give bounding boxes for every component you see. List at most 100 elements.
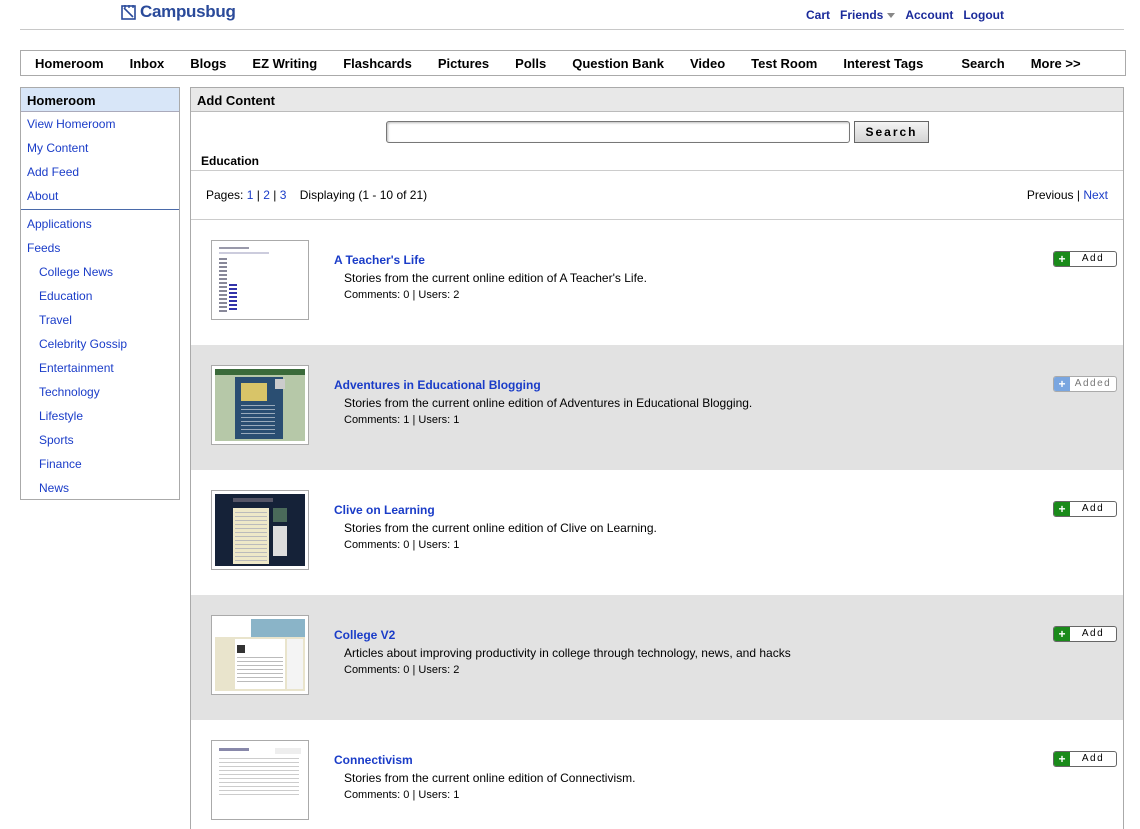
add-button[interactable]: + Add bbox=[1053, 501, 1117, 517]
logo[interactable]: Campusbug bbox=[120, 2, 236, 22]
feed-description: Stories from the current online edition … bbox=[344, 271, 647, 285]
nav-interest-tags[interactable]: Interest Tags bbox=[843, 56, 923, 71]
feed-list: A Teacher's Life Stories from the curren… bbox=[191, 220, 1123, 829]
next-link[interactable]: Next bbox=[1083, 188, 1108, 202]
feed-meta: Comments: 0 | Users: 1 bbox=[344, 789, 460, 801]
thumbnail-image bbox=[215, 244, 305, 316]
feed-thumbnail[interactable] bbox=[211, 740, 309, 820]
feed-description: Stories from the current online edition … bbox=[344, 771, 636, 785]
pager-sep: | bbox=[273, 188, 277, 202]
sidebar-feed-entertainment[interactable]: Entertainment bbox=[21, 356, 179, 380]
sidebar-feed-finance[interactable]: Finance bbox=[21, 452, 179, 476]
feed-thumbnail[interactable] bbox=[211, 365, 309, 445]
thumbnail-image bbox=[215, 369, 305, 441]
sidebar-item-add-feed[interactable]: Add Feed bbox=[21, 160, 179, 184]
sidebar-item-feeds[interactable]: Feeds bbox=[21, 236, 179, 260]
feed-row: A Teacher's Life Stories from the curren… bbox=[191, 220, 1123, 345]
pager: Pages: 1 | 2 | 3 Displaying (1 - 10 of 2… bbox=[191, 170, 1123, 220]
nav-flashcards[interactable]: Flashcards bbox=[343, 56, 412, 71]
feed-title[interactable]: Clive on Learning bbox=[334, 503, 435, 517]
add-button[interactable]: + Add bbox=[1053, 626, 1117, 642]
feed-meta: Comments: 0 | Users: 2 bbox=[344, 664, 460, 676]
friends-link[interactable]: Friends bbox=[840, 8, 883, 22]
sidebar-feed-celebrity-gossip[interactable]: Celebrity Gossip bbox=[21, 332, 179, 356]
sidebar-item-my-content[interactable]: My Content bbox=[21, 136, 179, 160]
feed-meta: Comments: 1 | Users: 1 bbox=[344, 414, 460, 426]
friends-menu[interactable]: Friends bbox=[840, 8, 896, 22]
nav-test-room[interactable]: Test Room bbox=[751, 56, 817, 71]
pager-pages: Pages: 1 | 2 | 3 Displaying (1 - 10 of 2… bbox=[206, 188, 427, 202]
search-input[interactable] bbox=[386, 121, 850, 143]
pager-sep: | bbox=[256, 188, 260, 202]
nav-inbox[interactable]: Inbox bbox=[130, 56, 165, 71]
sidebar-item-applications[interactable]: Applications bbox=[21, 212, 179, 236]
logo-text: Campusbug bbox=[140, 2, 236, 21]
feed-meta: Comments: 0 | Users: 2 bbox=[344, 289, 460, 301]
sidebar-feed-lifestyle[interactable]: Lifestyle bbox=[21, 404, 179, 428]
plus-icon: + bbox=[1054, 252, 1070, 266]
nav-polls[interactable]: Polls bbox=[515, 56, 546, 71]
search-button[interactable]: Search bbox=[854, 121, 929, 143]
displaying-count: Displaying (1 - 10 of 21) bbox=[299, 188, 428, 202]
feed-meta: Comments: 0 | Users: 1 bbox=[344, 539, 460, 551]
caret-down-icon[interactable] bbox=[887, 13, 896, 19]
add-button-label: Added bbox=[1074, 378, 1112, 389]
search-row: Search bbox=[386, 121, 929, 143]
account-link[interactable]: Account bbox=[905, 8, 953, 22]
nav-blogs[interactable]: Blogs bbox=[190, 56, 226, 71]
feed-description: Articles about improving productivity in… bbox=[344, 646, 791, 660]
nav-pictures[interactable]: Pictures bbox=[438, 56, 489, 71]
feed-thumbnail[interactable] bbox=[211, 490, 309, 570]
feed-description: Stories from the current online edition … bbox=[344, 521, 657, 535]
feed-row: Connectivism Stories from the current on… bbox=[191, 720, 1123, 829]
nav-more[interactable]: More >> bbox=[1031, 56, 1081, 71]
previous-link: Previous bbox=[1026, 188, 1074, 202]
feed-row: Adventures in Educational Blogging Stori… bbox=[191, 345, 1123, 470]
feed-title[interactable]: Connectivism bbox=[334, 753, 413, 767]
add-content-panel: Add Content Search Education Pages: 1 | … bbox=[190, 87, 1124, 829]
nav-ez-writing[interactable]: EZ Writing bbox=[252, 56, 317, 71]
sidebar-feed-news[interactable]: News bbox=[21, 476, 179, 500]
page-link-2[interactable]: 2 bbox=[263, 188, 270, 202]
page-link-3[interactable]: 3 bbox=[280, 188, 287, 202]
feed-title[interactable]: A Teacher's Life bbox=[334, 253, 425, 267]
nav-homeroom[interactable]: Homeroom bbox=[35, 56, 104, 71]
added-button[interactable]: + Added bbox=[1053, 376, 1117, 392]
sidebar-feed-education[interactable]: Education bbox=[21, 284, 179, 308]
pager-label: Pages: bbox=[206, 188, 244, 202]
sidebar-feed-travel[interactable]: Travel bbox=[21, 308, 179, 332]
add-button[interactable]: + Add bbox=[1053, 251, 1117, 267]
panel-title: Add Content bbox=[191, 88, 1123, 112]
nav-video[interactable]: Video bbox=[690, 56, 725, 71]
plus-icon: + bbox=[1054, 627, 1070, 641]
nav-search[interactable]: Search bbox=[961, 56, 1004, 71]
add-button-label: Add bbox=[1081, 253, 1105, 264]
feed-row: Clive on Learning Stories from the curre… bbox=[191, 470, 1123, 595]
sidebar: Homeroom View Homeroom My Content Add Fe… bbox=[20, 87, 180, 500]
pager-nav: Previous | Next bbox=[1027, 188, 1108, 202]
sidebar-feed-technology[interactable]: Technology bbox=[21, 380, 179, 404]
add-button-label: Add bbox=[1081, 503, 1105, 514]
account-links: Cart Friends Account Logout bbox=[806, 8, 1004, 22]
feed-title[interactable]: Adventures in Educational Blogging bbox=[334, 378, 541, 392]
feed-row: College V2 Articles about improving prod… bbox=[191, 595, 1123, 720]
sidebar-feed-college-news[interactable]: College News bbox=[21, 260, 179, 284]
sidebar-item-view-homeroom[interactable]: View Homeroom bbox=[21, 112, 179, 136]
category-label: Education bbox=[201, 154, 260, 168]
sidebar-divider bbox=[21, 209, 179, 210]
feed-thumbnail[interactable] bbox=[211, 240, 309, 320]
nav-question-bank[interactable]: Question Bank bbox=[572, 56, 664, 71]
feed-thumbnail[interactable] bbox=[211, 615, 309, 695]
feed-title[interactable]: College V2 bbox=[334, 628, 395, 642]
top-bar: Campusbug Cart Friends Account Logout bbox=[20, 0, 1124, 30]
logout-link[interactable]: Logout bbox=[963, 8, 1004, 22]
add-button[interactable]: + Add bbox=[1053, 751, 1117, 767]
thumbnail-image bbox=[215, 494, 305, 566]
sidebar-feed-sports[interactable]: Sports bbox=[21, 428, 179, 452]
cart-link[interactable]: Cart bbox=[806, 8, 830, 22]
pager-sep: | bbox=[1076, 188, 1080, 202]
page-link-1[interactable]: 1 bbox=[247, 188, 254, 202]
plus-icon: + bbox=[1054, 377, 1070, 391]
feed-description: Stories from the current online edition … bbox=[344, 396, 753, 410]
sidebar-item-about[interactable]: About bbox=[21, 184, 179, 208]
